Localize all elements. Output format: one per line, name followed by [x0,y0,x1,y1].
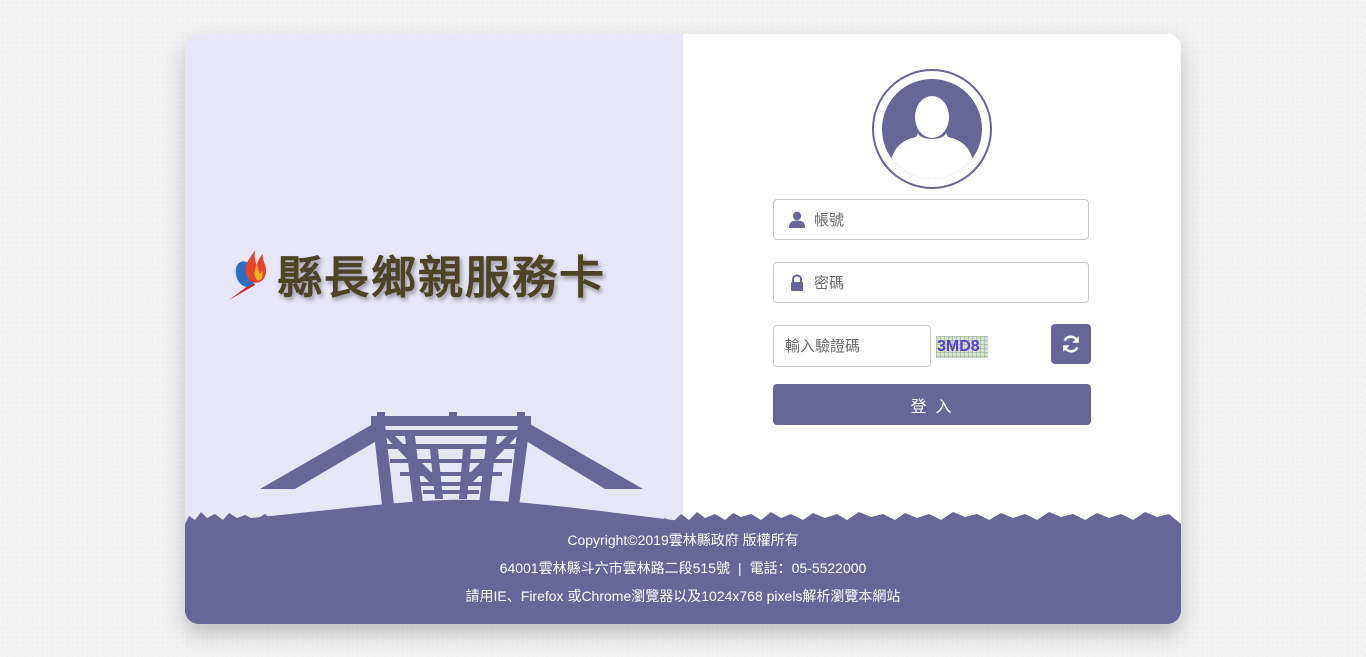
address-text: 64001雲林縣斗六市雲林路二段515號 [499,560,730,576]
user-icon [789,211,805,228]
flame-logo-icon [229,249,267,300]
brand-title: 縣長鄉親服務卡 [277,251,607,304]
footer: Copyright©2019雲林縣政府 版權所有 64001雲林縣斗六市雲林路二… [185,526,1181,610]
captcha-image: 3MD8 [936,336,988,358]
password-input[interactable] [814,263,1082,302]
copyright-text: Copyright©2019雲林縣政府 版權所有 [567,532,799,548]
lock-icon [791,274,803,291]
refresh-icon [1063,335,1079,353]
phone-text: 電話：05-5522000 [749,560,867,576]
login-card: 縣長鄉親服務卡 帳號 輸入驗證碼 3MD8 登 入 Copyright©2019… [185,34,1181,624]
separator: | [737,560,742,576]
user-avatar-icon [872,69,992,189]
contact-line: 64001雲林縣斗六市雲林路二段515號 | 電話：05-5522000 [185,554,1181,582]
refresh-captcha-button[interactable] [1051,324,1091,364]
account-field[interactable] [773,199,1089,240]
password-field[interactable] [773,262,1089,303]
captcha-field[interactable] [773,325,931,367]
account-input[interactable] [814,200,1082,239]
browser-note: 請用IE、Firefox 或Chrome瀏覽器以及1024x768 pixels… [465,588,901,604]
captcha-input[interactable] [785,326,925,366]
brand-logo: 縣長鄉親服務卡 [227,241,606,306]
